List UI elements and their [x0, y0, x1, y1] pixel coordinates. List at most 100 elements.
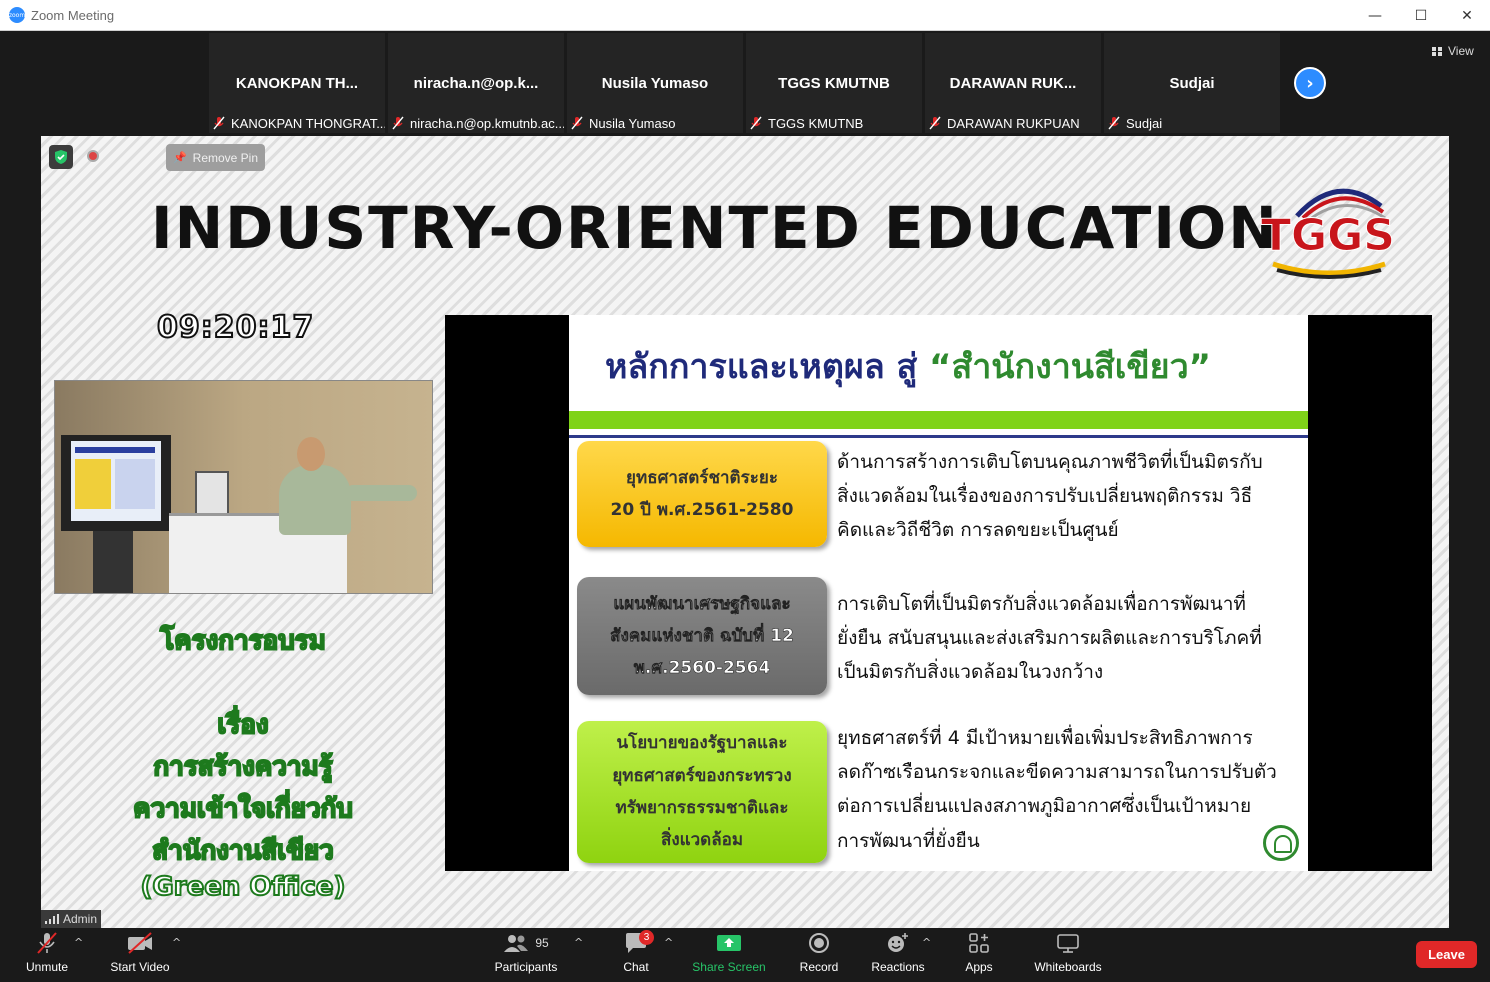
- audio-options-caret-icon[interactable]: ^: [74, 936, 83, 949]
- box-line: นโยบายของรัฐบาลและ: [616, 733, 788, 754]
- window-title-bar: zoom Zoom Meeting — ☐ ✕: [0, 0, 1490, 31]
- whiteboards-label: Whiteboards: [1034, 960, 1102, 974]
- start-video-button[interactable]: Start Video: [108, 928, 172, 982]
- share-screen-button[interactable]: Share Screen: [692, 928, 766, 982]
- participant-tile-name: TGGS KMUTNB: [778, 75, 890, 92]
- strategy-box: ยุทธศาสตร์ชาติระยะ 20 ปี พ.ศ.2561-2580: [577, 441, 827, 547]
- apps-button[interactable]: Apps: [962, 928, 996, 982]
- description-line: ยั่งยืน สนับสนุนและส่งเสริมการผลิตและการ…: [837, 627, 1262, 650]
- description-line: การเติบโตที่เป็นมิตรกับสิ่งแวดล้อมเพื่อก…: [837, 593, 1246, 615]
- topic-label: เรื่อง: [216, 709, 269, 741]
- shared-screen: 📌 Remove Pin INDUSTRY-ORIENTED EDUCATION…: [41, 136, 1449, 928]
- embedded-slide-title-main: หลักการและเหตุผล สู่: [605, 347, 930, 387]
- chat-options-caret-icon[interactable]: ^: [664, 936, 673, 949]
- signal-strength-icon: [45, 914, 59, 924]
- participant-tile[interactable]: DARAWAN RUK... DARAWAN RUKPUAN: [925, 33, 1101, 133]
- description-line: ยุทธศาสตร์ที่ 4 มีเป้าหมายเพื่อเพิ่มประส…: [837, 727, 1253, 749]
- description-line: คิดและวิถีชีวิต การลดขยะเป็นศูนย์: [837, 519, 1119, 542]
- slide-title: INDUSTRY-ORIENTED EDUCATION: [151, 194, 1279, 262]
- participants-button[interactable]: 95 Participants: [492, 928, 560, 982]
- maximize-button[interactable]: ☐: [1398, 0, 1444, 31]
- tggs-logo: TGGS: [1257, 176, 1397, 286]
- start-video-label: Start Video: [110, 960, 170, 974]
- video-options-caret-icon[interactable]: ^: [172, 936, 181, 949]
- participant-tile[interactable]: niracha.n@op.k... niracha.n@op.kmutnb.ac…: [388, 33, 564, 133]
- minimize-button[interactable]: —: [1352, 0, 1398, 31]
- box-line: พ.ศ.2560-2564: [633, 658, 771, 679]
- participant-footer: TGGS KMUTNB: [746, 113, 863, 133]
- meeting-toolbar: Unmute ^ Start Video ^ 95 Participants ^…: [0, 928, 1490, 982]
- whiteboards-button[interactable]: Whiteboards: [1032, 928, 1104, 982]
- reactions-options-caret-icon[interactable]: ^: [922, 936, 931, 949]
- mic-muted-icon: [1106, 115, 1122, 131]
- participant-tile[interactable]: Nusila Yumaso Nusila Yumaso: [567, 33, 743, 133]
- remove-pin-label: Remove Pin: [192, 150, 259, 165]
- whiteboard-icon: [1056, 928, 1080, 958]
- description-line: ต่อการเปลี่ยนแปลงสภาพภูมิอากาศซึ่งเป็นเป…: [837, 795, 1252, 818]
- record-icon: [808, 928, 830, 958]
- apps-label: Apps: [965, 960, 993, 974]
- share-screen-icon: [716, 928, 742, 958]
- box-line: ยุทธศาสตร์ของกระทรวง: [612, 765, 792, 786]
- box-line: แผนพัฒนาเศรษฐกิจและ: [613, 593, 791, 614]
- microphone-muted-icon: [34, 928, 60, 958]
- project-label: โครงการอบรม: [159, 625, 327, 657]
- participants-options-caret-icon[interactable]: ^: [574, 936, 583, 949]
- window-controls: — ☐ ✕: [1352, 0, 1490, 31]
- topic-line-4: (Green Office): [140, 871, 347, 903]
- grid-icon: [1432, 46, 1442, 56]
- mic-muted-icon: [211, 115, 227, 131]
- next-page-button[interactable]: ›: [1294, 67, 1326, 99]
- box-line: ทรัพยากรธรรมชาติและ: [615, 798, 789, 818]
- unmute-button[interactable]: Unmute: [22, 928, 72, 982]
- chat-button[interactable]: 3 Chat: [620, 928, 654, 982]
- description-line: ด้านการสร้างการเติบโตบนคุณภาพชีวิตที่เป็…: [837, 451, 1263, 473]
- topic-line-1: การสร้างความรู้: [152, 751, 333, 783]
- participant-tile[interactable]: KANOKPAN TH... KANOKPAN THONGRAT...: [209, 33, 385, 133]
- mic-muted-icon: [748, 115, 764, 131]
- share-screen-label: Share Screen: [692, 960, 766, 974]
- participant-footer: Nusila Yumaso: [567, 113, 675, 133]
- description-line: เป็นมิตรกับสิ่งแวดล้อมในวงกว้าง: [837, 661, 1104, 684]
- chevron-right-icon: ›: [1306, 72, 1314, 94]
- description-2: การเติบโตที่เป็นมิตรกับสิ่งแวดล้อมเพื่อก…: [837, 587, 1303, 690]
- participant-tile[interactable]: TGGS KMUTNB TGGS KMUTNB: [746, 33, 922, 133]
- video-off-icon: [125, 928, 155, 958]
- chat-unread-badge: 3: [639, 930, 654, 945]
- letterbox-left: [445, 315, 569, 871]
- participant-tile-name: DARAWAN RUK...: [949, 75, 1077, 92]
- view-label: View: [1448, 44, 1474, 58]
- box-line: ยุทธศาสตร์ชาติระยะ: [626, 467, 778, 488]
- close-button[interactable]: ✕: [1444, 0, 1490, 31]
- topic-line-3: สำนักงานสีเขียว: [151, 835, 334, 867]
- participant-footer-name: Nusila Yumaso: [589, 115, 676, 131]
- record-button[interactable]: Record: [798, 928, 840, 982]
- recording-indicator-icon: [87, 150, 99, 162]
- green-divider-bar: [569, 411, 1308, 429]
- leave-button[interactable]: Leave: [1416, 941, 1477, 968]
- chat-icon: 3: [624, 928, 654, 958]
- participant-tile[interactable]: Sudjai Sudjai: [1104, 33, 1280, 133]
- window-title: Zoom Meeting: [31, 7, 115, 23]
- participant-footer: niracha.n@op.kmutnb.ac...: [388, 113, 564, 133]
- reactions-button[interactable]: Reactions: [870, 928, 926, 982]
- description-1: ด้านการสร้างการเติบโตบนคุณภาพชีวิตที่เป็…: [837, 445, 1303, 548]
- participants-label: Participants: [494, 960, 558, 974]
- admin-label: Admin: [63, 912, 98, 926]
- apps-icon: [968, 928, 990, 958]
- chat-label: Chat: [623, 960, 649, 974]
- record-label: Record: [799, 960, 839, 974]
- ministry-emblem-icon: [1263, 825, 1299, 861]
- participant-tile-name: Sudjai: [1169, 75, 1215, 92]
- participant-footer: Sudjai: [1104, 113, 1162, 133]
- security-shield-icon[interactable]: [49, 145, 73, 169]
- remove-pin-button[interactable]: 📌 Remove Pin: [166, 144, 265, 171]
- participant-tile-name: Nusila Yumaso: [601, 75, 709, 92]
- participant-footer-name: KANOKPAN THONGRAT...: [231, 115, 385, 131]
- description-3: ยุทธศาสตร์ที่ 4 มีเป้าหมายเพื่อเพิ่มประส…: [837, 721, 1303, 858]
- view-button[interactable]: View: [1426, 41, 1480, 61]
- network-status-badge: Admin: [41, 910, 102, 928]
- pin-icon: 📌: [172, 151, 187, 164]
- participant-footer-name: TGGS KMUTNB: [768, 115, 864, 131]
- reactions-label: Reactions: [871, 960, 925, 974]
